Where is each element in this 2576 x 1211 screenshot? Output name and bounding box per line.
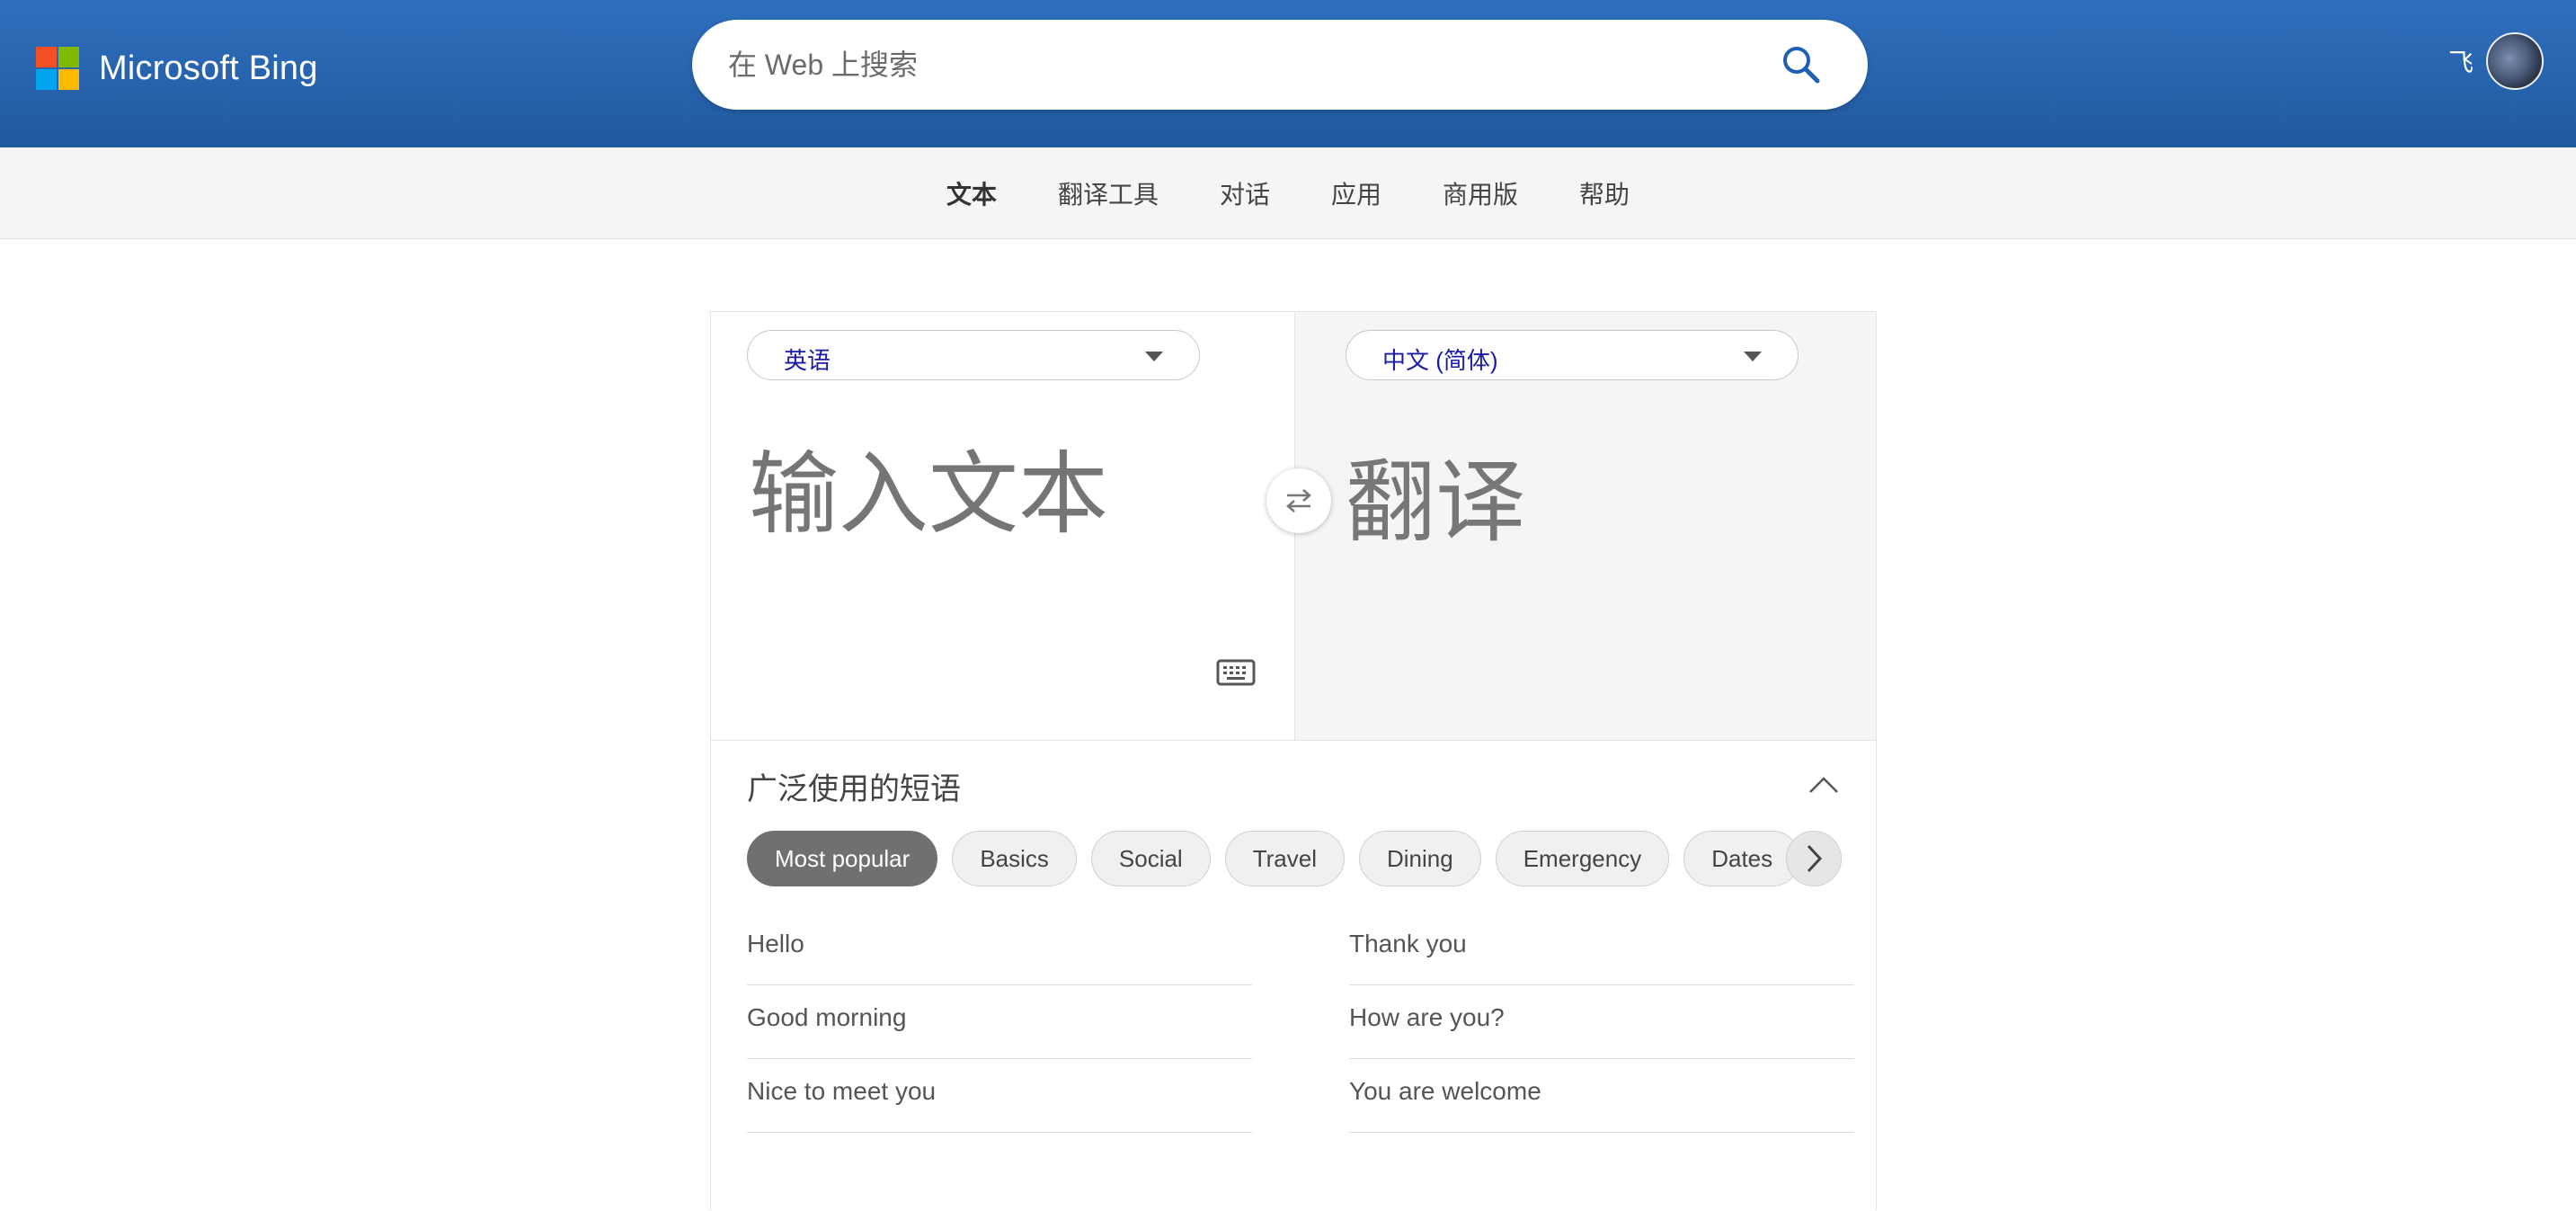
- phrase-item[interactable]: Hello: [747, 912, 1252, 985]
- search-box: [692, 20, 1868, 110]
- phrases-title: 广泛使用的短语: [747, 772, 961, 806]
- phrase-item[interactable]: You are welcome: [1349, 1059, 1854, 1133]
- swap-arrows-icon: [1286, 489, 1311, 512]
- target-language-select[interactable]: 中文 (简体): [1346, 330, 1799, 380]
- chevron-up-icon[interactable]: [1808, 775, 1840, 795]
- user-name[interactable]: 飞: [2448, 43, 2474, 79]
- tab-help[interactable]: 帮助: [1579, 175, 1630, 211]
- tab-apps[interactable]: 应用: [1331, 175, 1381, 211]
- phrase-item[interactable]: How are you?: [1349, 985, 1854, 1059]
- logo-square-green: [58, 47, 79, 67]
- source-language-select[interactable]: 英语: [747, 330, 1200, 380]
- common-phrases-section: 广泛使用的短语 Most popular Basics Social Trave…: [711, 740, 1876, 1211]
- chevron-down-icon: [1744, 352, 1762, 361]
- tab-business[interactable]: 商用版: [1443, 175, 1518, 211]
- chip-emergency[interactable]: Emergency: [1495, 831, 1670, 886]
- chip-dining[interactable]: Dining: [1359, 831, 1481, 886]
- phrase-list-right: Thank you How are you? You are welcome: [1349, 912, 1854, 1133]
- phrase-item[interactable]: Good morning: [747, 985, 1252, 1059]
- tab-text[interactable]: 文本: [946, 175, 997, 211]
- source-language-label: 英语: [784, 347, 831, 374]
- phrase-category-chips: Most popular Basics Social Travel Dining…: [747, 831, 1834, 888]
- translator-nav: 文本 翻译工具 对话 应用 商用版 帮助: [0, 147, 2576, 239]
- chevron-right-icon[interactable]: [1786, 831, 1842, 886]
- search-icon[interactable]: [1780, 43, 1823, 86]
- chip-social[interactable]: Social: [1090, 831, 1211, 886]
- microsoft-logo-icon: [36, 47, 79, 90]
- source-pane: 英语: [711, 312, 1295, 740]
- keyboard-icon[interactable]: [1216, 659, 1256, 686]
- brand-name: Microsoft Bing: [99, 49, 318, 87]
- phrase-item[interactable]: Thank you: [1349, 912, 1854, 985]
- swap-languages-button[interactable]: [1266, 468, 1331, 533]
- chip-most-popular[interactable]: Most popular: [747, 831, 938, 886]
- phrase-list-left: Hello Good morning Nice to meet you: [747, 912, 1252, 1133]
- phrase-item[interactable]: Nice to meet you: [747, 1059, 1252, 1133]
- chip-travel[interactable]: Travel: [1224, 831, 1345, 886]
- tab-translate-tools[interactable]: 翻译工具: [1058, 175, 1159, 211]
- top-header: Microsoft Bing 飞: [0, 0, 2576, 147]
- target-pane: 中文 (简体) 翻译: [1295, 312, 1876, 740]
- tab-conversation[interactable]: 对话: [1220, 175, 1270, 211]
- translator-card: 英语 中文 (简体) 翻译: [710, 311, 1877, 1211]
- chevron-down-icon: [1145, 352, 1163, 361]
- logo-square-red: [36, 47, 57, 67]
- chip-basics[interactable]: Basics: [952, 831, 1077, 886]
- target-language-label: 中文 (简体): [1382, 347, 1498, 374]
- search-input[interactable]: [728, 20, 1717, 110]
- logo-square-yellow: [58, 69, 79, 90]
- translation-output: 翻译: [1346, 452, 1525, 553]
- source-text-input[interactable]: [749, 449, 1252, 557]
- bing-brand-link[interactable]: Microsoft Bing: [36, 45, 318, 92]
- avatar[interactable]: [2486, 32, 2544, 90]
- chip-dates[interactable]: Dates: [1683, 831, 1801, 886]
- logo-square-blue: [36, 69, 57, 90]
